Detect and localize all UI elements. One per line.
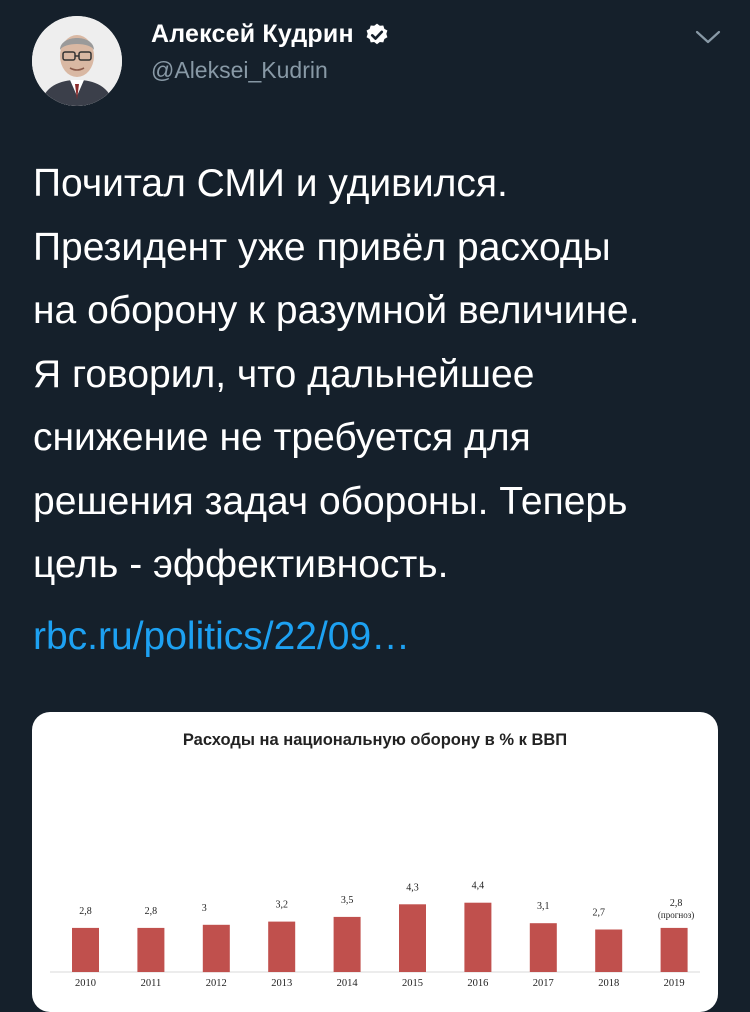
- value-label-2011: 2,8: [145, 906, 158, 917]
- x-tick-2013: 2013: [271, 978, 292, 989]
- avatar[interactable]: [32, 16, 122, 106]
- verified-badge-icon: [366, 23, 388, 44]
- avatar-image: [32, 16, 122, 106]
- bar-chart: Расходы на национальную оборону в % к ВВ…: [50, 731, 700, 989]
- x-tick-2014: 2014: [337, 978, 359, 989]
- tweet-text: Почитал СМИ и удивился. Президент уже пр…: [33, 162, 640, 586]
- value-label-2010: 2,8: [79, 906, 92, 917]
- bar-2016: [464, 902, 492, 972]
- x-tick-2012: 2012: [206, 978, 227, 989]
- x-tick-2017: 2017: [533, 978, 554, 989]
- bar-2013: [268, 921, 296, 972]
- x-tick-2010: 2010: [75, 978, 96, 989]
- x-tick-2018: 2018: [598, 978, 619, 989]
- value-label-2012: 3: [202, 903, 207, 914]
- value-label-2017: 3,1: [537, 901, 550, 912]
- bar-2014: [333, 916, 361, 972]
- chart-title: Расходы на национальную оборону в % к ВВ…: [183, 731, 567, 749]
- bar-2019: [660, 927, 688, 972]
- value-label-2016: 4,4: [472, 881, 485, 892]
- value-label-2015: 4,3: [406, 882, 419, 893]
- annotation-2019: (прогноз): [658, 910, 694, 920]
- bar-2018: [595, 929, 623, 972]
- bar-2011: [137, 927, 165, 972]
- value-label-2014: 3,5: [341, 895, 354, 906]
- author-name-row[interactable]: Алексей Кудрин: [151, 20, 390, 49]
- bar-2010: [72, 927, 99, 972]
- value-label-2018: 2,7: [592, 908, 605, 919]
- bar-2012: [202, 924, 230, 973]
- chevron-down-icon[interactable]: [693, 26, 723, 48]
- value-label-2013: 3,2: [275, 900, 288, 911]
- x-tick-2016: 2016: [467, 978, 488, 989]
- bar-2017: [529, 923, 557, 972]
- x-tick-2015: 2015: [402, 978, 423, 989]
- bar-2015: [399, 904, 426, 972]
- display-name[interactable]: Алексей Кудрин: [151, 20, 354, 49]
- value-label-2019: 2,8: [670, 898, 683, 909]
- chart-image-card[interactable]: Расходы на национальную оборону в % к ВВ…: [32, 712, 718, 1012]
- x-tick-2011: 2011: [141, 978, 162, 989]
- tweet-link[interactable]: rbc.ru/politics/22/09…: [33, 605, 410, 668]
- x-tick-2019: 2019: [664, 978, 685, 989]
- user-handle[interactable]: @Aleksei_Kudrin: [151, 57, 328, 84]
